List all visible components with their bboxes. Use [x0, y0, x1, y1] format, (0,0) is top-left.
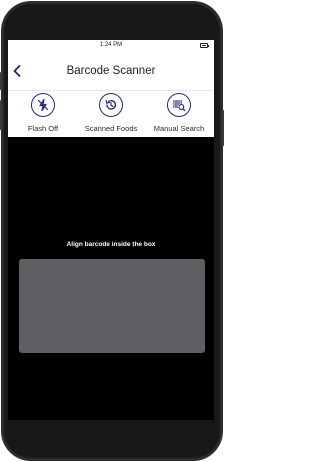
- manual-search-label: Manual Search: [153, 124, 205, 133]
- phone-side-button: [0, 72, 2, 90]
- flash-toggle-button[interactable]: Flash Off: [8, 91, 78, 137]
- status-time: 1:24 PM: [99, 42, 123, 48]
- scan-area-box: [19, 259, 205, 353]
- history-icon: [99, 93, 123, 117]
- app-screen: 1:24 PM Barcode Scanner Flash Off Scanne…: [8, 40, 214, 420]
- page-title: Barcode Scanner: [66, 65, 156, 77]
- nav-header: Barcode Scanner: [8, 52, 214, 90]
- flash-off-icon: [31, 93, 55, 117]
- battery-icon: [200, 43, 209, 48]
- manual-search-button[interactable]: Manual Search: [144, 91, 214, 137]
- scanned-foods-button[interactable]: Scanned Foods: [76, 91, 146, 137]
- scan-instruction: Align barcode inside the box: [66, 241, 156, 248]
- phone-side-button: [222, 110, 224, 146]
- barcode-search-icon: [167, 93, 191, 117]
- camera-viewfinder[interactable]: Align barcode inside the box: [8, 137, 214, 420]
- scanner-toolbar: Flash Off Scanned Foods Manual Search: [8, 90, 214, 137]
- phone-side-button: [0, 100, 2, 130]
- status-bar: 1:24 PM: [8, 40, 214, 52]
